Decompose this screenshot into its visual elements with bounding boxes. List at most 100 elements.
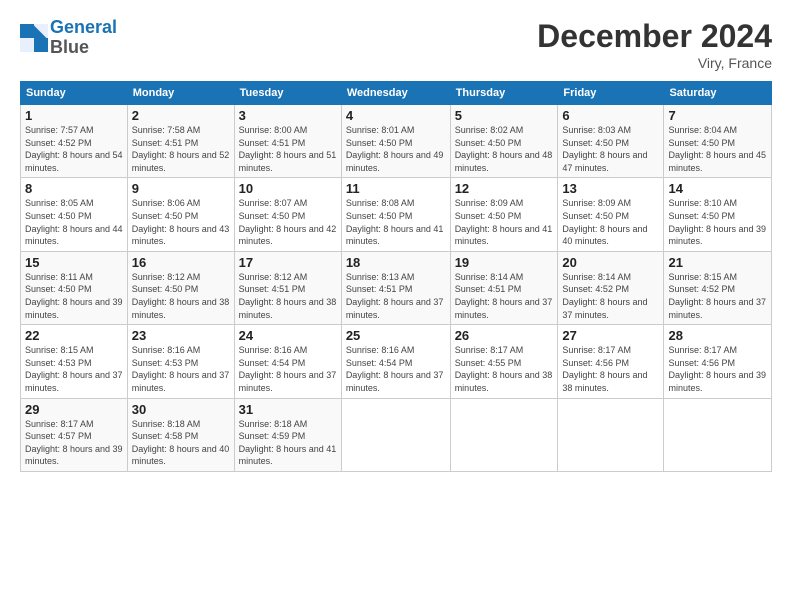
- day-cell: [558, 398, 664, 471]
- day-cell: 11 Sunrise: 8:08 AMSunset: 4:50 PMDaylig…: [341, 178, 450, 251]
- day-number: 13: [562, 181, 659, 196]
- logo-icon: [20, 24, 48, 52]
- logo-text: General Blue: [50, 18, 117, 58]
- day-number: 14: [668, 181, 767, 196]
- day-detail: Sunrise: 8:17 AMSunset: 4:55 PMDaylight:…: [455, 344, 554, 394]
- week-row-2: 8 Sunrise: 8:05 AMSunset: 4:50 PMDayligh…: [21, 178, 772, 251]
- day-cell: 23 Sunrise: 8:16 AMSunset: 4:53 PMDaylig…: [127, 325, 234, 398]
- day-detail: Sunrise: 8:10 AMSunset: 4:50 PMDaylight:…: [668, 197, 767, 247]
- day-detail: Sunrise: 8:17 AMSunset: 4:57 PMDaylight:…: [25, 418, 123, 468]
- day-number: 10: [239, 181, 337, 196]
- day-number: 20: [562, 255, 659, 270]
- day-number: 31: [239, 402, 337, 417]
- day-cell: 24 Sunrise: 8:16 AMSunset: 4:54 PMDaylig…: [234, 325, 341, 398]
- day-number: 30: [132, 402, 230, 417]
- week-row-4: 22 Sunrise: 8:15 AMSunset: 4:53 PMDaylig…: [21, 325, 772, 398]
- day-number: 9: [132, 181, 230, 196]
- day-detail: Sunrise: 8:16 AMSunset: 4:53 PMDaylight:…: [132, 344, 230, 394]
- day-number: 17: [239, 255, 337, 270]
- day-detail: Sunrise: 8:08 AMSunset: 4:50 PMDaylight:…: [346, 197, 446, 247]
- day-cell: 2 Sunrise: 7:58 AMSunset: 4:51 PMDayligh…: [127, 105, 234, 178]
- day-cell: 21 Sunrise: 8:15 AMSunset: 4:52 PMDaylig…: [664, 251, 772, 324]
- day-cell: 4 Sunrise: 8:01 AMSunset: 4:50 PMDayligh…: [341, 105, 450, 178]
- col-wednesday: Wednesday: [341, 82, 450, 105]
- day-number: 28: [668, 328, 767, 343]
- day-cell: 16 Sunrise: 8:12 AMSunset: 4:50 PMDaylig…: [127, 251, 234, 324]
- day-number: 2: [132, 108, 230, 123]
- day-detail: Sunrise: 8:16 AMSunset: 4:54 PMDaylight:…: [239, 344, 337, 394]
- day-cell: 18 Sunrise: 8:13 AMSunset: 4:51 PMDaylig…: [341, 251, 450, 324]
- day-cell: 28 Sunrise: 8:17 AMSunset: 4:56 PMDaylig…: [664, 325, 772, 398]
- day-detail: Sunrise: 8:04 AMSunset: 4:50 PMDaylight:…: [668, 124, 767, 174]
- day-number: 15: [25, 255, 123, 270]
- day-cell: 22 Sunrise: 8:15 AMSunset: 4:53 PMDaylig…: [21, 325, 128, 398]
- day-number: 26: [455, 328, 554, 343]
- day-detail: Sunrise: 8:15 AMSunset: 4:53 PMDaylight:…: [25, 344, 123, 394]
- day-number: 3: [239, 108, 337, 123]
- col-thursday: Thursday: [450, 82, 558, 105]
- day-cell: 15 Sunrise: 8:11 AMSunset: 4:50 PMDaylig…: [21, 251, 128, 324]
- day-number: 7: [668, 108, 767, 123]
- day-cell: [450, 398, 558, 471]
- day-detail: Sunrise: 8:17 AMSunset: 4:56 PMDaylight:…: [668, 344, 767, 394]
- day-detail: Sunrise: 7:58 AMSunset: 4:51 PMDaylight:…: [132, 124, 230, 174]
- day-cell: 6 Sunrise: 8:03 AMSunset: 4:50 PMDayligh…: [558, 105, 664, 178]
- calendar-table: Sunday Monday Tuesday Wednesday Thursday…: [20, 81, 772, 472]
- day-detail: Sunrise: 8:09 AMSunset: 4:50 PMDaylight:…: [562, 197, 659, 247]
- day-cell: 25 Sunrise: 8:16 AMSunset: 4:54 PMDaylig…: [341, 325, 450, 398]
- day-cell: [341, 398, 450, 471]
- day-cell: 9 Sunrise: 8:06 AMSunset: 4:50 PMDayligh…: [127, 178, 234, 251]
- col-friday: Friday: [558, 82, 664, 105]
- day-detail: Sunrise: 8:13 AMSunset: 4:51 PMDaylight:…: [346, 271, 446, 321]
- day-number: 5: [455, 108, 554, 123]
- day-number: 29: [25, 402, 123, 417]
- day-cell: 3 Sunrise: 8:00 AMSunset: 4:51 PMDayligh…: [234, 105, 341, 178]
- title-block: December 2024 Viry, France: [537, 18, 772, 71]
- day-number: 8: [25, 181, 123, 196]
- day-detail: Sunrise: 8:00 AMSunset: 4:51 PMDaylight:…: [239, 124, 337, 174]
- day-detail: Sunrise: 8:01 AMSunset: 4:50 PMDaylight:…: [346, 124, 446, 174]
- day-detail: Sunrise: 8:06 AMSunset: 4:50 PMDaylight:…: [132, 197, 230, 247]
- week-row-1: 1 Sunrise: 7:57 AMSunset: 4:52 PMDayligh…: [21, 105, 772, 178]
- day-number: 18: [346, 255, 446, 270]
- day-detail: Sunrise: 8:11 AMSunset: 4:50 PMDaylight:…: [25, 271, 123, 321]
- day-detail: Sunrise: 8:02 AMSunset: 4:50 PMDaylight:…: [455, 124, 554, 174]
- day-number: 21: [668, 255, 767, 270]
- day-detail: Sunrise: 8:12 AMSunset: 4:50 PMDaylight:…: [132, 271, 230, 321]
- day-cell: 12 Sunrise: 8:09 AMSunset: 4:50 PMDaylig…: [450, 178, 558, 251]
- day-number: 6: [562, 108, 659, 123]
- week-row-5: 29 Sunrise: 8:17 AMSunset: 4:57 PMDaylig…: [21, 398, 772, 471]
- day-number: 12: [455, 181, 554, 196]
- location: Viry, France: [537, 55, 772, 71]
- day-number: 24: [239, 328, 337, 343]
- day-cell: 19 Sunrise: 8:14 AMSunset: 4:51 PMDaylig…: [450, 251, 558, 324]
- day-detail: Sunrise: 8:12 AMSunset: 4:51 PMDaylight:…: [239, 271, 337, 321]
- day-cell: 29 Sunrise: 8:17 AMSunset: 4:57 PMDaylig…: [21, 398, 128, 471]
- day-number: 22: [25, 328, 123, 343]
- day-number: 25: [346, 328, 446, 343]
- day-cell: 8 Sunrise: 8:05 AMSunset: 4:50 PMDayligh…: [21, 178, 128, 251]
- day-cell: 1 Sunrise: 7:57 AMSunset: 4:52 PMDayligh…: [21, 105, 128, 178]
- day-cell: 10 Sunrise: 8:07 AMSunset: 4:50 PMDaylig…: [234, 178, 341, 251]
- day-cell: 30 Sunrise: 8:18 AMSunset: 4:58 PMDaylig…: [127, 398, 234, 471]
- header: General Blue December 2024 Viry, France: [20, 18, 772, 71]
- col-tuesday: Tuesday: [234, 82, 341, 105]
- day-detail: Sunrise: 8:18 AMSunset: 4:58 PMDaylight:…: [132, 418, 230, 468]
- day-number: 23: [132, 328, 230, 343]
- day-detail: Sunrise: 8:05 AMSunset: 4:50 PMDaylight:…: [25, 197, 123, 247]
- day-detail: Sunrise: 8:14 AMSunset: 4:52 PMDaylight:…: [562, 271, 659, 321]
- day-cell: 20 Sunrise: 8:14 AMSunset: 4:52 PMDaylig…: [558, 251, 664, 324]
- day-cell: 7 Sunrise: 8:04 AMSunset: 4:50 PMDayligh…: [664, 105, 772, 178]
- day-number: 4: [346, 108, 446, 123]
- day-cell: 13 Sunrise: 8:09 AMSunset: 4:50 PMDaylig…: [558, 178, 664, 251]
- day-cell: 26 Sunrise: 8:17 AMSunset: 4:55 PMDaylig…: [450, 325, 558, 398]
- day-number: 19: [455, 255, 554, 270]
- day-cell: 27 Sunrise: 8:17 AMSunset: 4:56 PMDaylig…: [558, 325, 664, 398]
- day-detail: Sunrise: 8:09 AMSunset: 4:50 PMDaylight:…: [455, 197, 554, 247]
- day-number: 1: [25, 108, 123, 123]
- day-number: 27: [562, 328, 659, 343]
- day-cell: [664, 398, 772, 471]
- header-row: Sunday Monday Tuesday Wednesday Thursday…: [21, 82, 772, 105]
- month-title: December 2024: [537, 18, 772, 55]
- day-cell: 14 Sunrise: 8:10 AMSunset: 4:50 PMDaylig…: [664, 178, 772, 251]
